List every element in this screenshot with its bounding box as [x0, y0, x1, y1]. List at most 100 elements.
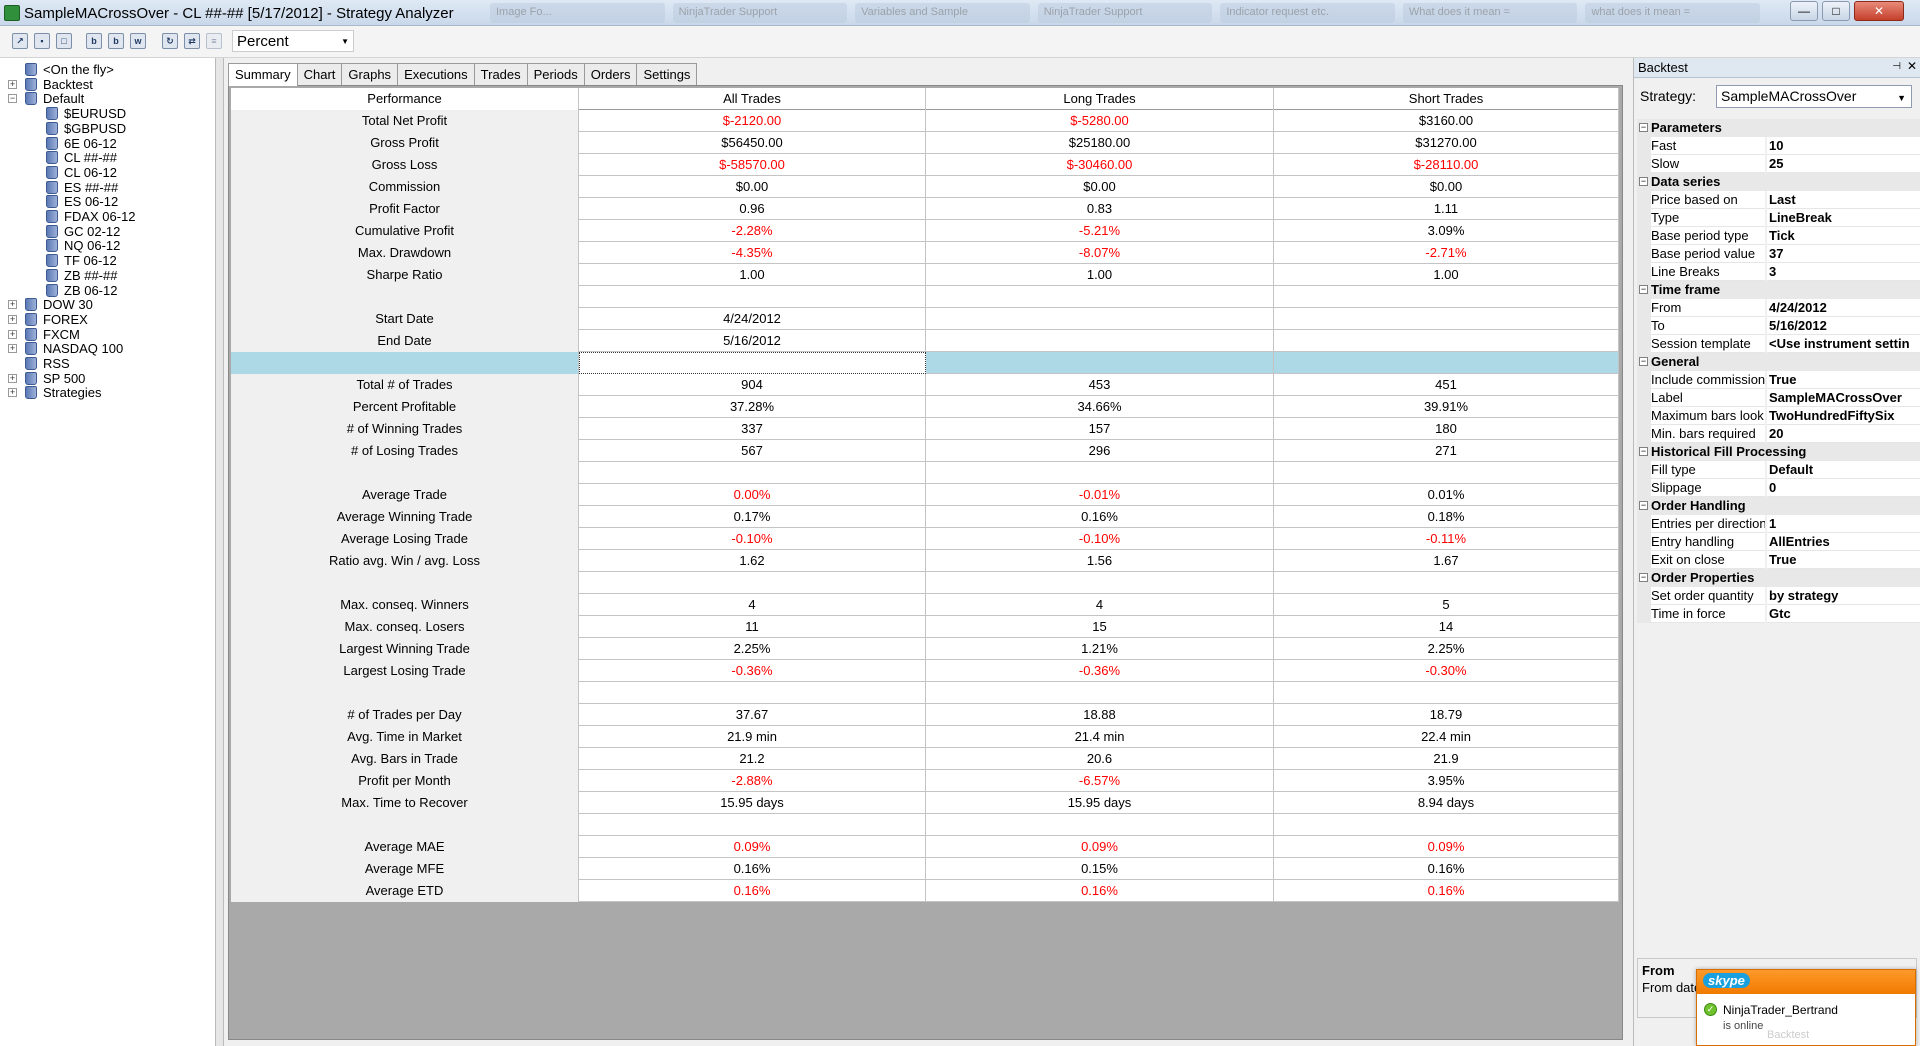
table-row[interactable]: Avg. Bars in Trade 21.2 20.6 21.9 [231, 748, 1619, 770]
table-row[interactable]: Profit per Month -2.88% -6.57% 3.95% [231, 770, 1619, 792]
property-row[interactable]: Session template <Use instrument settin [1637, 335, 1920, 353]
property-row[interactable]: Entry handling AllEntries [1637, 533, 1920, 551]
collapse-icon[interactable]: − [1639, 573, 1648, 582]
tab-summary[interactable]: Summary [228, 63, 298, 86]
property-value[interactable]: Last [1767, 191, 1920, 209]
tab-chart[interactable]: Chart [296, 63, 343, 85]
table-row[interactable]: Max. Drawdown -4.35% -8.07% -2.71% [231, 242, 1619, 264]
collapse-icon[interactable]: − [1639, 123, 1648, 132]
b-button-2-icon[interactable]: b [108, 33, 124, 49]
expand-icon[interactable]: + [8, 373, 17, 383]
table-row[interactable]: Max. conseq. Winners 4 4 5 [231, 594, 1619, 616]
table-row[interactable]: Max. Time to Recover 15.95 days 15.95 days… [231, 792, 1619, 814]
save-icon[interactable]: ▪ [34, 33, 50, 49]
table-row[interactable]: Max. conseq. Losers 11 15 14 [231, 616, 1619, 638]
property-row[interactable]: Fill type Default [1637, 461, 1920, 479]
column-header[interactable]: Short Trades [1274, 88, 1619, 110]
property-value[interactable]: 1 [1767, 515, 1920, 533]
tab-orders[interactable]: Orders [583, 63, 638, 85]
table-row[interactable]: Largest Losing Trade -0.36% -0.36% -0.30% [231, 660, 1619, 682]
table-row[interactable] [231, 572, 1619, 594]
close-button[interactable]: ✕ [1854, 1, 1904, 21]
column-header[interactable]: Performance [231, 88, 579, 110]
column-header[interactable]: Long Trades [926, 88, 1274, 110]
table-row[interactable]: # of Winning Trades 337 157 180 [231, 418, 1619, 440]
table-row[interactable]: Commission $0.00 $0.00 $0.00 [231, 176, 1619, 198]
table-row[interactable]: Gross Profit $56450.00 $25180.00 $31270.00 [231, 132, 1619, 154]
collapse-icon[interactable]: − [1639, 501, 1648, 510]
table-row[interactable]: Ratio avg. Win / avg. Loss 1.62 1.56 1.67 [231, 550, 1619, 572]
property-value[interactable]: 25 [1767, 155, 1920, 173]
property-row[interactable]: Min. bars required 20 [1637, 425, 1920, 443]
maximize-button[interactable]: □ [1822, 1, 1850, 21]
property-row[interactable]: Slow 25 [1637, 155, 1920, 173]
tab-settings[interactable]: Settings [636, 63, 698, 85]
table-row[interactable]: Sharpe Ratio 1.00 1.00 1.00 [231, 264, 1619, 286]
property-value[interactable]: Gtc [1767, 605, 1920, 623]
property-row[interactable]: Include commission True [1637, 371, 1920, 389]
collapse-icon[interactable]: − [8, 94, 17, 104]
table-row[interactable]: Total # of Trades 904 453 451 [231, 374, 1619, 396]
table-row[interactable]: Average Losing Trade -0.10% -0.10% -0.11% [231, 528, 1619, 550]
property-category[interactable]: − Order Properties [1637, 569, 1920, 587]
property-value[interactable]: <Use instrument settin [1767, 335, 1920, 353]
property-row[interactable]: Label SampleMACrossOver [1637, 389, 1920, 407]
table-row[interactable]: Average MAE 0.09% 0.09% 0.09% [231, 836, 1619, 858]
tree-splitter[interactable] [216, 58, 224, 1046]
column-header[interactable]: All Trades [579, 88, 926, 110]
tab-graphs[interactable]: Graphs [341, 63, 399, 85]
table-row[interactable]: Average Winning Trade 0.17% 0.16% 0.18% [231, 506, 1619, 528]
expand-icon[interactable]: + [8, 79, 17, 89]
property-row[interactable]: Slippage 0 [1637, 479, 1920, 497]
property-category[interactable]: − General [1637, 353, 1920, 371]
expand-icon[interactable]: + [8, 344, 17, 354]
table-row[interactable]: Total Net Profit $-2120.00 $-5280.00 $3160.… [231, 110, 1619, 132]
clear-icon[interactable]: ≡ [206, 33, 222, 49]
collapse-icon[interactable]: − [1639, 285, 1648, 294]
table-row[interactable] [231, 462, 1619, 484]
expand-icon[interactable]: + [8, 300, 17, 310]
property-row[interactable]: Fast 10 [1637, 137, 1920, 155]
tab-trades[interactable]: Trades [473, 63, 528, 85]
property-row[interactable]: To 5/16/2012 [1637, 317, 1920, 335]
table-row[interactable]: End Date 5/16/2012 [231, 330, 1619, 352]
b-button-icon[interactable]: b [86, 33, 102, 49]
table-row[interactable]: Largest Winning Trade 2.25% 1.21% 2.25% [231, 638, 1619, 660]
strategy-select[interactable]: SampleMACrossOver ▼ [1716, 85, 1912, 108]
property-value[interactable]: True [1767, 551, 1920, 569]
table-row[interactable] [231, 286, 1619, 308]
property-value[interactable]: 3 [1767, 263, 1920, 281]
property-row[interactable]: Exit on close True [1637, 551, 1920, 569]
export-icon[interactable]: ⇄ [184, 33, 200, 49]
property-category[interactable]: − Parameters [1637, 119, 1920, 137]
property-row[interactable]: Base period type Tick [1637, 227, 1920, 245]
property-row[interactable]: Entries per direction 1 [1637, 515, 1920, 533]
property-value[interactable]: TwoHundredFiftySix [1767, 407, 1920, 425]
display-unit-select[interactable]: Percent ▼ [232, 30, 354, 52]
table-row[interactable]: Start Date 4/24/2012 [231, 308, 1619, 330]
table-row[interactable] [231, 352, 1619, 374]
property-value[interactable]: 20 [1767, 425, 1920, 443]
table-row[interactable]: # of Trades per Day 37.67 18.88 18.79 [231, 704, 1619, 726]
property-value[interactable]: by strategy [1767, 587, 1920, 605]
property-value[interactable]: SampleMACrossOver [1767, 389, 1920, 407]
tab-executions[interactable]: Executions [397, 63, 475, 85]
property-row[interactable]: Price based on Last [1637, 191, 1920, 209]
pin-icon[interactable]: ⊣ [1892, 61, 1901, 72]
collapse-icon[interactable]: − [1639, 177, 1648, 186]
table-row[interactable]: # of Losing Trades 567 296 271 [231, 440, 1619, 462]
expand-icon[interactable]: + [8, 314, 17, 324]
new-icon[interactable]: □ [56, 33, 72, 49]
property-value[interactable]: LineBreak [1767, 209, 1920, 227]
table-row[interactable]: Cumulative Profit -2.28% -5.21% 3.09% [231, 220, 1619, 242]
property-value[interactable]: 10 [1767, 137, 1920, 155]
tab-periods[interactable]: Periods [526, 63, 585, 85]
property-row[interactable]: Base period value 37 [1637, 245, 1920, 263]
table-row[interactable]: Profit Factor 0.96 0.83 1.11 [231, 198, 1619, 220]
skype-notification[interactable]: skype ✓ NinjaTrader_Bertrand is online B… [1696, 969, 1916, 1046]
property-category[interactable]: − Data series [1637, 173, 1920, 191]
expand-icon[interactable]: + [8, 329, 17, 339]
table-row[interactable]: Average Trade 0.00% -0.01% 0.01% [231, 484, 1619, 506]
minimize-button[interactable]: — [1790, 1, 1818, 21]
property-row[interactable]: From 4/24/2012 [1637, 299, 1920, 317]
